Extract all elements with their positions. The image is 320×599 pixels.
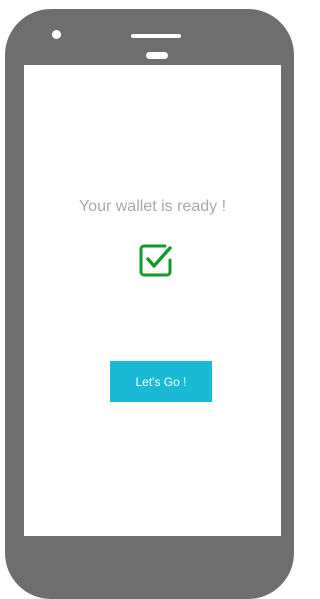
lets-go-button[interactable]: Let's Go ! (110, 361, 212, 402)
wallet-ready-message: Your wallet is ready ! (78, 198, 227, 215)
phone-frame: Your wallet is ready ! Let's Go ! (5, 9, 294, 599)
proximity-sensor (146, 52, 168, 59)
checkbox-checked-icon (139, 244, 172, 277)
app-screen: Your wallet is ready ! Let's Go ! (24, 65, 281, 536)
front-camera (52, 30, 61, 39)
earpiece-speaker (131, 34, 181, 38)
